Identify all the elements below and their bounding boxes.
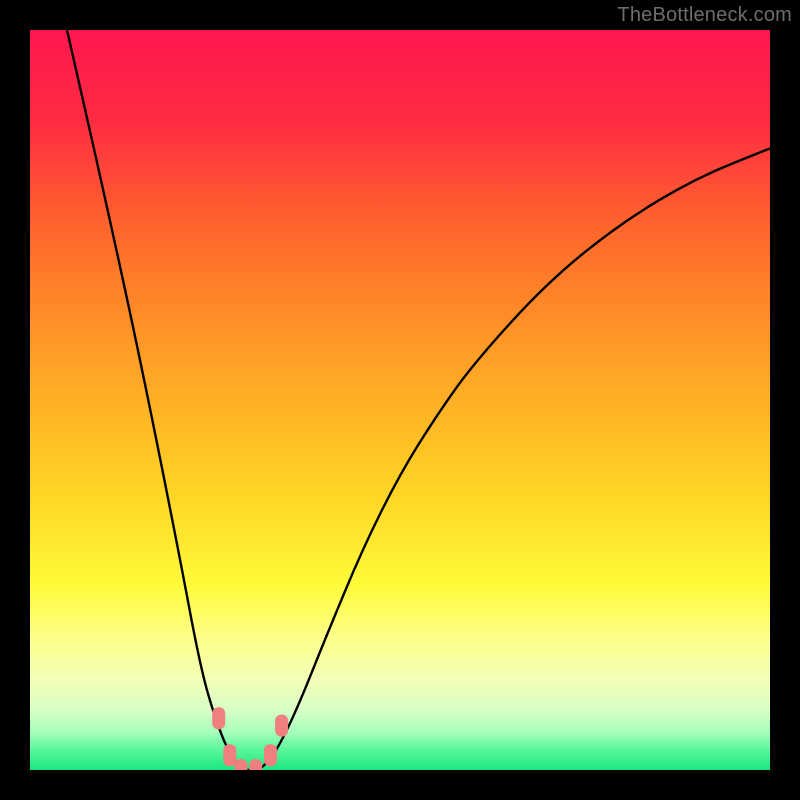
curve-marker [264, 744, 277, 766]
curve-layer [30, 30, 770, 770]
curve-marker [212, 707, 225, 729]
curve-marker [223, 744, 236, 766]
curve-marker [275, 715, 288, 737]
curve-marker [249, 759, 262, 770]
plot-area [30, 30, 770, 770]
curve-marker [234, 759, 247, 770]
chart-frame: TheBottleneck.com [0, 0, 800, 800]
watermark-text: TheBottleneck.com [617, 4, 792, 27]
bottleneck-curve [67, 30, 770, 770]
